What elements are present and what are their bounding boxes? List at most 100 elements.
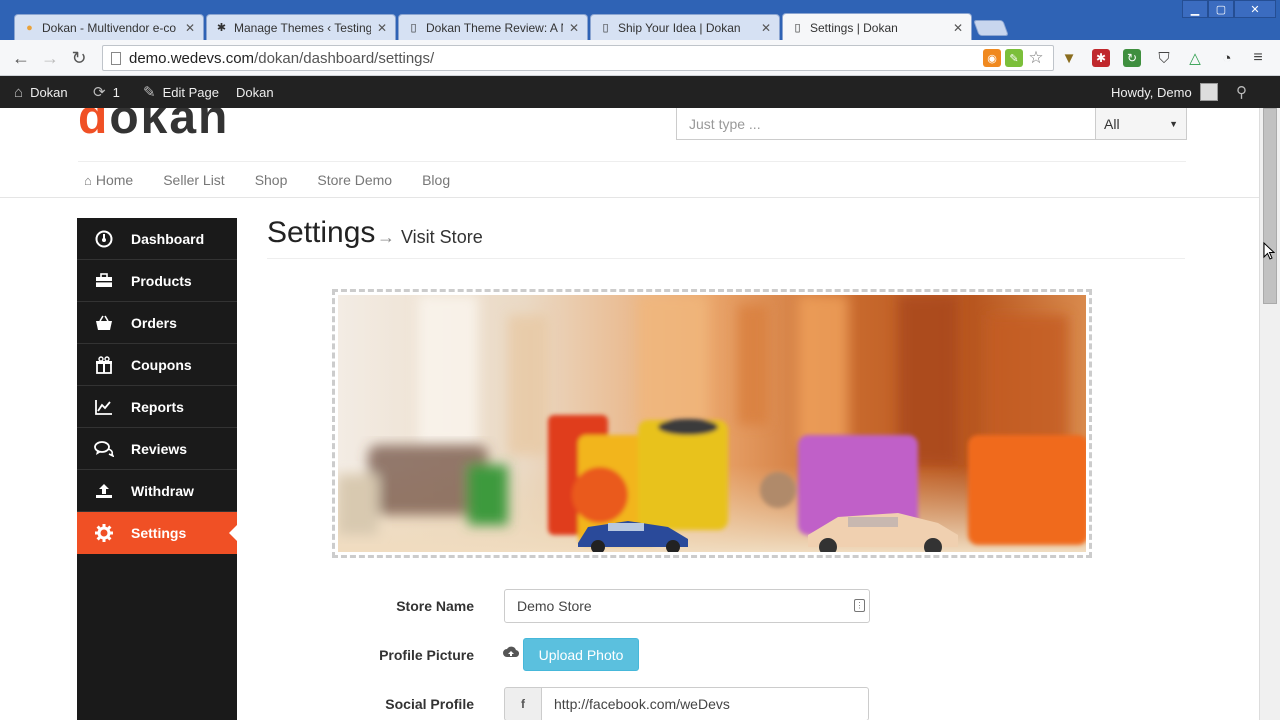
page-favicon-icon: ▯ — [410, 22, 417, 34]
page-favicon-icon: ▯ — [602, 22, 609, 34]
sidebar-item-dashboard[interactable]: Dashboard — [77, 218, 237, 260]
sidebar-item-label: Products — [131, 272, 192, 289]
howdy-label: Howdy, Demo — [1111, 84, 1192, 100]
visit-store-label: Visit Store — [401, 227, 483, 247]
search-icon: ⚲ — [1236, 84, 1247, 101]
browser-tab[interactable]: ▯ Dokan Theme Review: A N ✕ — [398, 14, 588, 40]
back-arrow-icon[interactable]: ← — [10, 47, 32, 69]
rss-icon[interactable]: ◉ — [983, 49, 1001, 67]
updates-count: 1 — [112, 84, 120, 100]
sidebar-item-products[interactable]: Products — [77, 260, 237, 302]
dashboard-sidebar: Dashboard Products Orders Coupons Report… — [77, 218, 237, 720]
store-banner-image — [338, 295, 1086, 552]
menu-icon[interactable]: ≡ — [1249, 49, 1267, 67]
sidebar-item-orders[interactable]: Orders — [77, 302, 237, 344]
store-banner-upload-area[interactable] — [332, 289, 1092, 558]
evernote-icon[interactable]: ✎ — [1005, 49, 1023, 67]
browser-tab-strip: ● Dokan - Multivendor e-co ✕ ✱ Manage Th… — [0, 0, 1280, 41]
home-icon: ⌂ — [84, 172, 92, 188]
upload-photo-button[interactable]: Upload Photo — [523, 638, 639, 671]
maximize-icon[interactable]: ▢ — [1208, 0, 1234, 18]
profile-picture-label: Profile Picture — [379, 647, 474, 663]
chart-icon — [94, 397, 114, 417]
bookmark-star-icon[interactable]: ☆ — [1027, 48, 1045, 67]
forward-arrow-icon[interactable]: → — [39, 47, 61, 69]
sidebar-item-settings[interactable]: Settings — [77, 512, 237, 554]
pencil-icon: ✎ — [143, 84, 156, 101]
admin-dokan-link[interactable]: Dokan — [236, 76, 274, 108]
active-item-pointer — [229, 524, 238, 542]
browser-tab-active[interactable]: ▯ Settings | Dokan ✕ — [782, 13, 972, 41]
mouse-cursor-icon — [1263, 241, 1276, 265]
wp-admin-bar: ⌂ Dokan ⟳ 1 ✎ Edit Page Dokan Howdy, Dem… — [0, 76, 1280, 108]
admin-account-menu[interactable]: Howdy, Demo — [1111, 76, 1218, 108]
browser-tab[interactable]: ● Dokan - Multivendor e-co ✕ — [14, 14, 204, 40]
reload-icon[interactable]: ↻ — [68, 47, 90, 69]
cog-icon — [94, 523, 114, 543]
browser-tab[interactable]: ✱ Manage Themes ‹ Testing ✕ — [206, 14, 396, 40]
input-badge-icon: ⋮ — [854, 599, 865, 612]
tab-close-icon[interactable]: ✕ — [377, 21, 387, 35]
nav-divider — [78, 161, 1186, 162]
sidebar-item-label: Reviews — [131, 440, 188, 457]
gift-icon — [94, 355, 114, 375]
admin-edit-page-link[interactable]: ✎ Edit Page — [143, 76, 219, 108]
lastpass-extension-icon[interactable]: ✱ — [1092, 49, 1110, 67]
refresh-extension-icon[interactable]: ↻ — [1123, 49, 1141, 67]
tab-close-icon[interactable]: ✕ — [953, 21, 963, 35]
tab-close-icon[interactable]: ✕ — [185, 21, 195, 35]
sidebar-item-label: Dashboard — [131, 230, 205, 247]
url-host: demo.wedevs.com — [129, 49, 255, 67]
nav-seller-list[interactable]: Seller List — [163, 172, 224, 188]
clock-extension-icon[interactable]: ◔ — [1218, 49, 1236, 67]
product-search-input[interactable]: Just type ... — [676, 108, 1096, 140]
sidebar-item-reviews[interactable]: Reviews — [77, 428, 237, 470]
caret-down-icon: ▼ — [1169, 118, 1178, 129]
home-icon: ⌂ — [14, 83, 24, 101]
tab-close-icon[interactable]: ✕ — [761, 21, 771, 35]
address-bar[interactable]: demo.wedevs.com /dokan/dashboard/setting… — [102, 45, 1054, 71]
new-tab-button[interactable] — [973, 20, 1009, 36]
facebook-icon: f — [504, 687, 542, 720]
browser-tab[interactable]: ▯ Ship Your Idea | Dokan ✕ — [590, 14, 780, 40]
store-name-input[interactable]: Demo Store ⋮ — [504, 589, 870, 623]
window-close-icon[interactable]: ✕ — [1234, 0, 1276, 18]
visit-store-link[interactable]: → Visit Store — [377, 227, 483, 248]
nav-shop[interactable]: Shop — [255, 172, 288, 188]
cloud-upload-icon — [503, 645, 520, 659]
drive-extension-icon[interactable]: △ — [1186, 49, 1204, 67]
sidebar-item-label: Settings — [131, 525, 187, 541]
sidebar-item-reports[interactable]: Reports — [77, 386, 237, 428]
edit-page-label: Edit Page — [162, 84, 219, 100]
admin-site-link[interactable]: ⌂ Dokan — [14, 76, 68, 108]
nav-home-label: Home — [95, 172, 134, 188]
minimize-icon[interactable]: ▁ — [1182, 0, 1208, 18]
comments-icon — [94, 439, 114, 459]
nav-home[interactable]: ⌂ Home — [84, 172, 133, 188]
admin-site-label: Dokan — [30, 84, 68, 100]
facebook-url-input[interactable]: http://facebook.com/weDevs — [541, 687, 869, 720]
admin-search-icon[interactable]: ⚲ — [1236, 76, 1247, 108]
search-category-select[interactable]: All ▼ — [1095, 108, 1187, 140]
briefcase-icon — [94, 271, 114, 291]
facebook-url-value: http://facebook.com/weDevs — [554, 696, 730, 712]
pocket-extension-icon[interactable]: ⛉ — [1155, 49, 1173, 67]
url-path: /dokan/dashboard/settings/ — [254, 49, 435, 67]
admin-updates-link[interactable]: ⟳ 1 — [93, 76, 120, 108]
updates-icon: ⟳ — [93, 84, 106, 101]
nav-blog[interactable]: Blog — [422, 172, 450, 188]
store-name-value: Demo Store — [517, 598, 592, 614]
sidebar-item-withdraw[interactable]: Withdraw — [77, 470, 237, 512]
basket-extension-icon[interactable]: ▼ — [1060, 49, 1078, 67]
scrollbar-thumb[interactable] — [1263, 108, 1277, 304]
tab-close-icon[interactable]: ✕ — [569, 21, 579, 35]
nav-store-demo[interactable]: Store Demo — [317, 172, 392, 188]
sidebar-item-label: Withdraw — [131, 482, 194, 499]
page-title: Settings — [267, 216, 376, 249]
page-scrollbar[interactable] — [1259, 108, 1280, 720]
tab-title: Settings | Dokan — [810, 20, 898, 35]
store-name-label: Store Name — [396, 598, 474, 614]
dashboard-icon — [94, 229, 114, 249]
sidebar-item-coupons[interactable]: Coupons — [77, 344, 237, 386]
main-navigation: ⌂ Home Seller List Shop Store Demo Blog — [84, 168, 480, 192]
